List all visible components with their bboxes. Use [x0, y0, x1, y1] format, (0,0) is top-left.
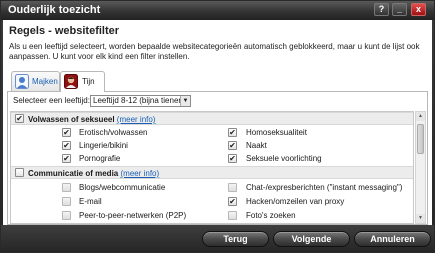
child-avatar-icon [15, 74, 29, 89]
category-checkbox[interactable] [228, 211, 237, 220]
category-checkbox[interactable]: ✔ [228, 128, 237, 137]
category-checkbox[interactable] [62, 197, 71, 206]
tab-tijn-label: Tijn [82, 77, 95, 86]
back-button[interactable]: Terug [202, 231, 269, 247]
category-checkbox[interactable]: ✔ [228, 141, 237, 150]
page-description: Als u een leeftijd selecteert, worden be… [9, 42, 420, 61]
cancel-button[interactable]: Annuleren [354, 231, 431, 247]
category-label: Hacken/omzeilen van proxy [246, 197, 345, 206]
category-checkbox[interactable]: ✔ [228, 154, 237, 163]
category-checkbox[interactable]: ✔ [62, 141, 71, 150]
category-checkbox[interactable] [228, 183, 237, 192]
age-select-value: Leeftijd 8-12 (bijna tiener) [93, 96, 184, 105]
list-item: ✔ Pornografie ✔ Seksuele voorlichting [11, 152, 413, 165]
chevron-down-icon: ▼ [180, 96, 190, 106]
scroll-down-icon[interactable]: ▼ [416, 214, 425, 223]
title-bar: Ouderlijk toezicht ? _ x [1, 1, 434, 20]
close-button[interactable]: x [411, 3, 426, 16]
footer-bar: Terug Volgende Annuleren [1, 225, 434, 252]
window-title: Ouderlijk toezicht [8, 4, 101, 16]
child-avatar-icon [64, 74, 78, 89]
group-title: Volwassen of seksueel (meer info) [28, 115, 155, 124]
more-info-link[interactable]: (meer info) [120, 169, 159, 178]
list-item: ✔ Erotisch/volwassen ✔ Homoseksualiteit [11, 126, 413, 139]
filter-panel: Selecteer een leeftijd: Leeftijd 8-12 (b… [7, 91, 428, 225]
main-content: Regels - websitefilter Als u een leeftij… [3, 20, 432, 225]
category-label: Blogs/webcommunicatie [79, 183, 166, 192]
tab-majken[interactable]: Majken [11, 71, 60, 91]
category-label: E-mail [79, 197, 102, 206]
category-label: Foto's zoeken [246, 211, 296, 220]
category-checkbox[interactable]: ✔ [62, 154, 71, 163]
category-label: Pornografie [79, 154, 121, 163]
category-group-row: Communicatie of media (meer info) [11, 166, 413, 179]
parental-control-window: Ouderlijk toezicht ? _ x Regels - websit… [0, 0, 435, 253]
age-select[interactable]: Leeftijd 8-12 (bijna tiener) ▼ [90, 95, 191, 107]
category-label: Erotisch/volwassen [79, 128, 148, 137]
list-item: E-mail ✔ Hacken/omzeilen van proxy [11, 195, 413, 208]
page-title: Regels - websitefilter [9, 25, 120, 37]
group-title: Communicatie of media (meer info) [28, 169, 159, 178]
category-label: Chat-/expresberichten ("instant messagin… [246, 183, 403, 192]
more-info-link[interactable]: (meer info) [117, 115, 156, 124]
category-checkbox[interactable]: ✔ [228, 197, 237, 206]
category-label: Naakt [246, 141, 267, 150]
age-label: Selecteer een leeftijd: [13, 96, 90, 105]
category-list: ✔ Volwassen of seksueel (meer info) ✔ Er… [10, 111, 414, 224]
group-title-text: Communicatie of media [28, 169, 119, 178]
tab-tijn[interactable]: Tijn [60, 71, 105, 92]
category-checkbox[interactable]: ✔ [62, 128, 71, 137]
list-item: Peer-to-peer-netwerken (P2P) Foto's zoek… [11, 209, 413, 222]
help-button[interactable]: ? [374, 3, 389, 16]
group-checkbox-adult[interactable]: ✔ [15, 114, 24, 123]
category-checkbox[interactable] [62, 183, 71, 192]
tab-majken-label: Majken [32, 77, 58, 86]
list-item: ✔ Lingerie/bikini ✔ Naakt [11, 139, 413, 152]
category-label: Homoseksualiteit [246, 128, 307, 137]
scroll-up-icon[interactable]: ▲ [416, 112, 425, 121]
next-button[interactable]: Volgende [273, 231, 350, 247]
category-label: Peer-to-peer-netwerken (P2P) [79, 211, 187, 220]
group-checkbox-communication[interactable] [15, 168, 24, 177]
list-item: Blogs/webcommunicatie Chat-/expresberich… [11, 181, 413, 194]
minimize-button[interactable]: _ [392, 3, 407, 16]
list-scrollbar[interactable]: ▲ ▼ [415, 111, 426, 224]
category-group-row: ✔ Volwassen of seksueel (meer info) [11, 112, 413, 125]
category-checkbox[interactable] [62, 211, 71, 220]
category-label: Seksuele voorlichting [246, 154, 322, 163]
group-title-text: Volwassen of seksueel [28, 115, 115, 124]
category-label: Lingerie/bikini [79, 141, 128, 150]
scroll-thumb[interactable] [417, 124, 424, 154]
